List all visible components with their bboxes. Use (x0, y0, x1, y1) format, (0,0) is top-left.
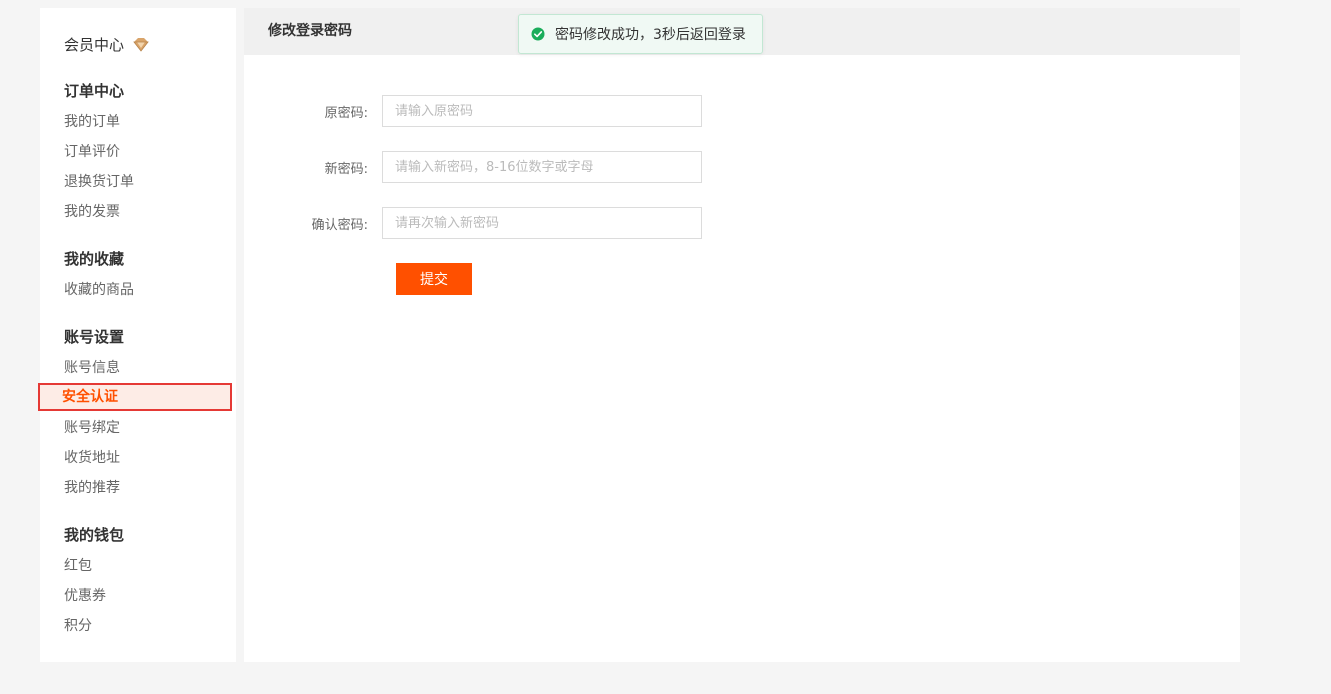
sidebar-item-order-reviews[interactable]: 订单评价 (40, 137, 236, 167)
sidebar-item-my-orders[interactable]: 我的订单 (40, 107, 236, 137)
nav-group-orders: 订单中心 我的订单 订单评价 退换货订单 我的发票 (40, 80, 236, 227)
member-center-title[interactable]: 会员中心 (64, 34, 150, 55)
form-row-old-password: 原密码: (244, 95, 844, 127)
diamond-icon (132, 37, 150, 53)
nav-group-title: 我的收藏 (64, 250, 125, 268)
success-toast: 密码修改成功，3秒后返回登录 (518, 14, 763, 54)
nav-group-favorites: 我的收藏 收藏的商品 (40, 248, 236, 305)
form-row-confirm-password: 确认密码: (244, 207, 844, 239)
sidebar-item-security[interactable]: 安全认证 (38, 383, 232, 411)
old-password-input[interactable] (382, 95, 702, 127)
nav-group-title: 账号设置 (64, 328, 125, 346)
sidebar-item-red-packets[interactable]: 红包 (40, 551, 236, 581)
new-password-label: 新密码: (324, 161, 368, 177)
sidebar-item-favorite-products[interactable]: 收藏的商品 (40, 275, 236, 305)
submit-button[interactable]: 提交 (396, 263, 472, 295)
main-panel: 修改登录密码 密码修改成功，3秒后返回登录 原密码: 新密码: 确认密码: 提交 (244, 8, 1240, 662)
check-circle-icon (531, 27, 545, 41)
sidebar-item-returns[interactable]: 退换货订单 (40, 167, 236, 197)
nav-group-title: 订单中心 (64, 82, 125, 100)
toast-message: 密码修改成功，3秒后返回登录 (555, 27, 746, 43)
sidebar-item-invoices[interactable]: 我的发票 (40, 197, 236, 227)
form-row-new-password: 新密码: (244, 151, 844, 183)
member-center-label: 会员中心 (64, 36, 125, 54)
confirm-password-label: 确认密码: (311, 217, 368, 233)
new-password-input[interactable] (382, 151, 702, 183)
nav-group-wallet: 我的钱包 红包 优惠券 积分 (40, 524, 236, 641)
sidebar-item-points[interactable]: 积分 (40, 611, 236, 641)
sidebar-item-referrals[interactable]: 我的推荐 (40, 473, 236, 503)
sidebar-item-addresses[interactable]: 收货地址 (40, 443, 236, 473)
confirm-password-input[interactable] (382, 207, 702, 239)
nav-group-account: 账号设置 账号信息 安全认证 账号绑定 收货地址 我的推荐 (38, 326, 236, 503)
sidebar-item-coupons[interactable]: 优惠券 (40, 581, 236, 611)
sidebar-item-account-binding[interactable]: 账号绑定 (40, 413, 236, 443)
sidebar: 会员中心 订单中心 我的订单 订单评价 退换货订单 我的发票 我的收藏 收藏的商… (38, 8, 236, 662)
nav-group-title: 我的钱包 (64, 526, 125, 544)
sidebar-item-account-info[interactable]: 账号信息 (40, 353, 236, 383)
old-password-label: 原密码: (324, 105, 368, 121)
